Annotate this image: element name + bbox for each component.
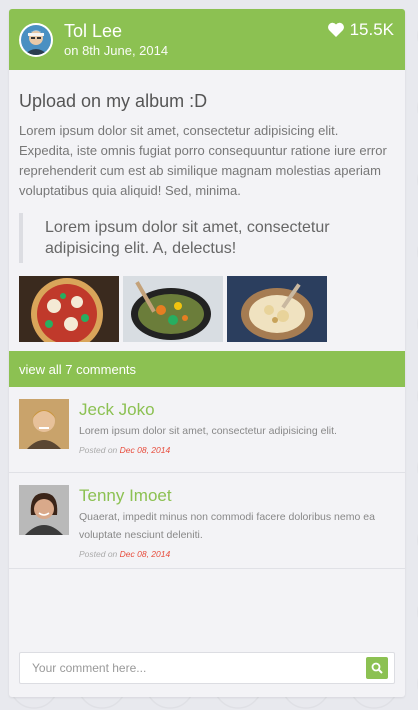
comment-date: Dec 08, 2014 bbox=[119, 549, 171, 559]
comment-item: Jeck Joko Lorem ipsum dolor sit amet, co… bbox=[9, 387, 405, 473]
comment-input[interactable] bbox=[20, 661, 366, 675]
comment-item: Tenny Imoet Quaerat, impedit minus non c… bbox=[9, 473, 405, 569]
post-title: Upload on my album :D bbox=[19, 91, 208, 111]
search-icon bbox=[371, 662, 383, 674]
comment-date: Dec 08, 2014 bbox=[119, 445, 171, 455]
pizza-photo[interactable] bbox=[19, 276, 119, 342]
commenter-avatar[interactable] bbox=[19, 485, 69, 535]
author-name[interactable]: Tol Lee bbox=[64, 21, 168, 42]
like-count: 15.5K bbox=[349, 20, 394, 39]
post-date: on 8th June, 2014 bbox=[64, 42, 169, 58]
author-avatar[interactable] bbox=[19, 22, 53, 57]
pan-vegetables-photo[interactable] bbox=[123, 276, 223, 342]
commenter-name[interactable]: Tenny Imoet bbox=[79, 485, 395, 507]
comment-text: Lorem ipsum dolor sit amet, consectetur … bbox=[79, 425, 337, 437]
post-card: Tol Lee on 8th June, 2014 15.5K Upload o… bbox=[9, 9, 405, 697]
submit-comment-button[interactable] bbox=[366, 657, 388, 679]
heart-icon[interactable] bbox=[327, 22, 345, 38]
posted-label: Posted on bbox=[79, 549, 118, 559]
posted-label: Posted on bbox=[79, 445, 118, 455]
like-counter[interactable]: 15.5K bbox=[327, 20, 394, 40]
comment-meta: Posted on Dec 08, 2014 bbox=[79, 445, 337, 455]
comment-meta: Posted on Dec 08, 2014 bbox=[79, 549, 395, 559]
commenter-name[interactable]: Jeck Joko bbox=[79, 399, 337, 421]
comment-text: Quaerat, impedit minus non commodi facer… bbox=[79, 511, 375, 541]
bowl-dish-photo[interactable] bbox=[227, 276, 327, 342]
commenter-avatar[interactable] bbox=[19, 399, 69, 449]
post-quote: Lorem ipsum dolor sit amet, consectetur … bbox=[19, 213, 395, 263]
post-header: Tol Lee on 8th June, 2014 15.5K bbox=[9, 9, 405, 70]
view-comments-link[interactable]: view all 7 comments bbox=[9, 351, 405, 387]
post-text: Lorem ipsum dolor sit amet, consectetur … bbox=[19, 123, 387, 198]
comment-form bbox=[19, 652, 395, 684]
photo-gallery bbox=[19, 276, 395, 342]
